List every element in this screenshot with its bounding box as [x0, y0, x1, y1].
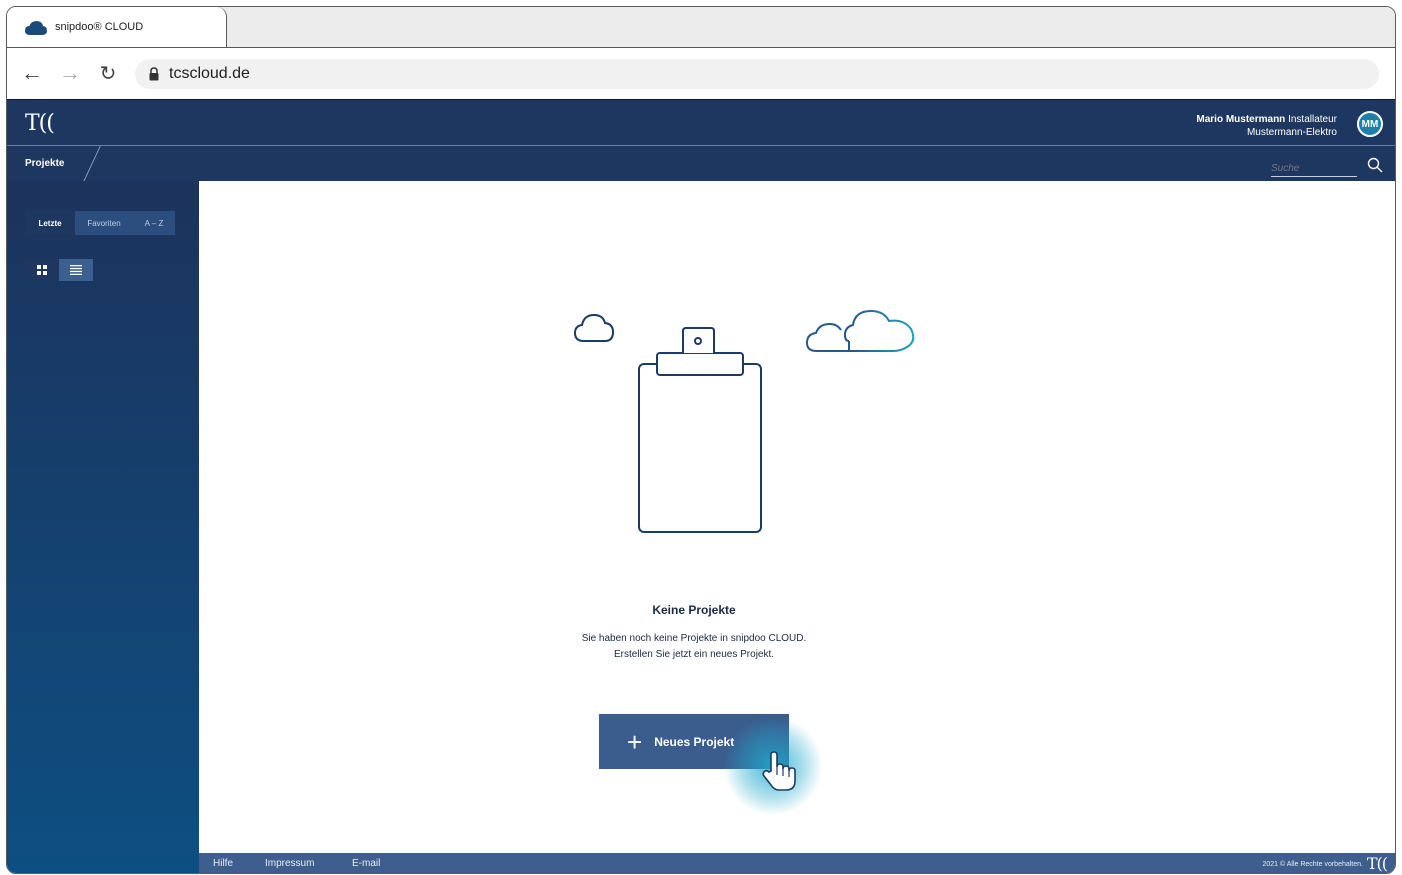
- footer-tcs-logo: T((: [1366, 854, 1388, 873]
- empty-state-line-1: Sie haben noch keine Projekte in snipdoo…: [581, 633, 807, 644]
- url-field[interactable]: tcscloud.de: [135, 59, 1379, 89]
- plus-icon: +: [627, 726, 643, 757]
- app-header: T(( Mario Mustermann Installateur Muster…: [7, 99, 1395, 146]
- sort-segmented-control: Letzte Favoriten A – Z: [25, 211, 175, 235]
- segment-favoriten[interactable]: Favoriten: [75, 211, 133, 235]
- forward-icon[interactable]: →: [57, 60, 83, 86]
- list-icon: [70, 265, 82, 275]
- browser-window: snipdoo® CLOUD ← → ↻ tcscloud.de T(( Mar…: [6, 6, 1396, 874]
- user-role: Installateur: [1288, 114, 1337, 125]
- clipboard-icon: [638, 327, 762, 533]
- footer: Hilfe Impressum E-mail 2021 © Alle Recht…: [199, 853, 1395, 873]
- empty-state-description: Sie haben noch keine Projekte in snipdoo…: [199, 631, 1189, 663]
- copyright-text: 2021 © Alle Rechte vorbehalten.: [1262, 861, 1363, 868]
- small-cloud-icon: [573, 313, 615, 342]
- user-name: Mario Mustermann: [1196, 114, 1286, 125]
- list-view-button[interactable]: [59, 259, 93, 281]
- address-bar: ← → ↻ tcscloud.de: [7, 47, 1395, 99]
- tcs-logo[interactable]: T((: [25, 111, 55, 136]
- sidebar: Letzte Favoriten A – Z: [7, 181, 199, 873]
- sub-navigation: Projekte: [7, 145, 1395, 182]
- search-icon[interactable]: [1367, 157, 1383, 173]
- avatar[interactable]: MM: [1357, 111, 1383, 137]
- footer-link-impressum[interactable]: Impressum: [265, 858, 314, 869]
- tab-bar: snipdoo® CLOUD: [7, 7, 1395, 47]
- search-input[interactable]: [1271, 163, 1357, 174]
- segment-a-z[interactable]: A – Z: [133, 211, 175, 235]
- user-info[interactable]: Mario Mustermann Installateur Mustermann…: [1196, 113, 1337, 139]
- browser-tab[interactable]: snipdoo® CLOUD: [7, 7, 227, 47]
- double-cloud-icon: [805, 309, 915, 352]
- url-text: tcscloud.de: [169, 65, 250, 82]
- cloud-icon: [25, 21, 47, 35]
- grid-view-button[interactable]: [25, 259, 59, 281]
- user-company: Mustermann-Elektro: [1246, 127, 1337, 138]
- empty-clipboard-illustration: [573, 309, 915, 533]
- back-icon[interactable]: ←: [19, 60, 45, 86]
- footer-link-hilfe[interactable]: Hilfe: [213, 858, 233, 869]
- lock-icon: [149, 67, 159, 81]
- reload-icon[interactable]: ↻: [95, 60, 121, 86]
- hand-cursor-icon: [762, 751, 796, 791]
- tab-title: snipdoo® CLOUD: [55, 21, 144, 33]
- view-toggle: [25, 259, 93, 281]
- empty-state-line-2: Erstellen Sie jetzt ein neues Projekt.: [613, 649, 775, 660]
- search-field[interactable]: [1271, 158, 1357, 177]
- new-project-label: Neues Projekt: [654, 734, 735, 749]
- nav-item-projekte[interactable]: Projekte: [25, 158, 64, 169]
- main-content: Keine Projekte Sie haben noch keine Proj…: [199, 181, 1395, 853]
- grid-icon: [37, 265, 47, 275]
- nav-divider: [83, 146, 101, 182]
- empty-state-title: Keine Projekte: [652, 603, 736, 617]
- segment-letzte[interactable]: Letzte: [25, 211, 75, 235]
- footer-link-email[interactable]: E-mail: [352, 858, 380, 869]
